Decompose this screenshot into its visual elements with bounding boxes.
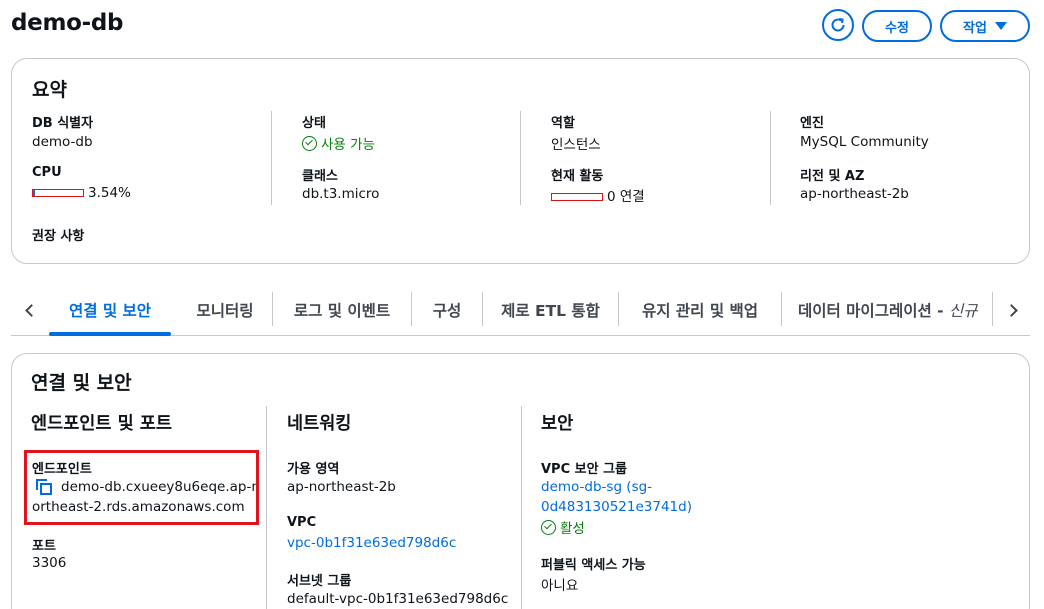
column-divider (521, 406, 522, 609)
column-divider (770, 111, 771, 205)
tab-configuration[interactable]: 구성 (412, 286, 482, 334)
tabs-bar: 연결 및 보안 모니터링 로그 및 이벤트 구성 제로 ETL 통합 유지 관리… (11, 286, 1030, 336)
chevron-right-icon (1005, 303, 1018, 317)
tab-logs-events[interactable]: 로그 및 이벤트 (273, 286, 411, 334)
db-identifier-value: demo-db (32, 134, 93, 150)
new-badge: 신규 (948, 302, 978, 320)
region-label: 리전 및 AZ (800, 169, 865, 184)
endpoint-highlight-box (24, 450, 259, 525)
actions-dropdown-button[interactable]: 작업 (940, 10, 1030, 42)
port-label: 포트 (32, 539, 56, 554)
recommendations-label: 권장 사항 (32, 229, 85, 244)
summary-card: 요약 DB 식별자 demo-db CPU 3.54% 권장 사항 상태 사용 … (11, 58, 1030, 264)
security-group-link-line-1[interactable]: demo-db-sg (sg- (541, 479, 652, 495)
subnet-group-label: 서브넷 그룹 (287, 574, 352, 589)
port-value: 3306 (32, 555, 67, 571)
chevron-left-icon (25, 303, 38, 317)
security-group-label: VPC 보안 그룹 (541, 462, 628, 477)
success-check-icon (541, 519, 556, 535)
refresh-icon (831, 18, 845, 32)
subnet-group-value: default-vpc-0b1f31e63ed798d6c (287, 591, 509, 607)
status-label: 상태 (302, 116, 326, 131)
class-value: db.t3.micro (302, 186, 380, 202)
scroll-tabs-left-button[interactable] (18, 298, 42, 322)
cpu-meter-row: 3.54% (32, 185, 131, 201)
endpoint-section-title: 엔드포인트 및 포트 (31, 414, 172, 434)
column-divider (266, 406, 267, 609)
public-access-label: 퍼블릭 액세스 가능 (541, 558, 646, 573)
az-value: ap-northeast-2b (287, 479, 396, 495)
tab-separator (992, 292, 993, 326)
cpu-value: 3.54% (88, 185, 131, 201)
public-access-value: 아니요 (541, 578, 579, 594)
refresh-button[interactable] (822, 9, 854, 41)
security-group-status: 활성 (541, 517, 585, 537)
security-section-title: 보안 (541, 414, 574, 434)
engine-label: 엔진 (800, 116, 824, 131)
az-label: 가용 영역 (287, 462, 340, 477)
tab-connectivity-security[interactable]: 연결 및 보안 (49, 286, 171, 336)
caret-down-icon (994, 22, 1007, 30)
engine-value: MySQL Community (800, 134, 929, 150)
success-check-icon (302, 135, 317, 151)
status-value: 사용 가능 (302, 133, 375, 153)
db-identifier-label: DB 식별자 (32, 116, 94, 131)
security-group-link-line-2[interactable]: 0d483130521e3741d) (541, 499, 692, 515)
vpc-link[interactable]: vpc-0b1f31e63ed798d6c (287, 535, 456, 551)
tab-maintenance-backup[interactable]: 유지 관리 및 백업 (619, 286, 781, 334)
summary-heading: 요약 (32, 79, 67, 101)
edit-button[interactable]: 수정 (862, 10, 932, 42)
cpu-label: CPU (32, 165, 62, 180)
connectivity-heading: 연결 및 보안 (31, 372, 132, 394)
activity-meter-row: 0 연결 (551, 185, 645, 205)
activity-value: 0 연결 (607, 189, 645, 205)
tab-data-migration-label: 데이터 마이그레이션 - (798, 302, 949, 320)
column-divider (520, 111, 521, 205)
role-label: 역할 (551, 116, 575, 131)
cpu-meter-fill (33, 190, 35, 196)
actions-label: 작업 (963, 20, 987, 36)
networking-section-title: 네트워킹 (287, 414, 352, 434)
activity-label: 현재 활동 (551, 169, 604, 184)
column-divider (271, 111, 272, 205)
page-title: demo-db (11, 10, 124, 36)
vpc-label: VPC (287, 515, 317, 530)
activity-meter (551, 193, 603, 201)
region-value: ap-northeast-2b (800, 186, 909, 202)
role-value: 인스턴스 (551, 137, 601, 153)
tab-zero-etl[interactable]: 제로 ETL 통합 (483, 286, 618, 334)
security-group-status-text: 활성 (560, 521, 585, 537)
scroll-tabs-right-button[interactable] (1001, 298, 1025, 322)
status-text: 사용 가능 (321, 137, 375, 153)
cpu-meter (32, 189, 84, 197)
tab-data-migration[interactable]: 데이터 마이그레이션 - 신규 (782, 286, 992, 334)
tab-monitoring[interactable]: 모니터링 (179, 286, 271, 334)
class-label: 클래스 (302, 169, 338, 184)
